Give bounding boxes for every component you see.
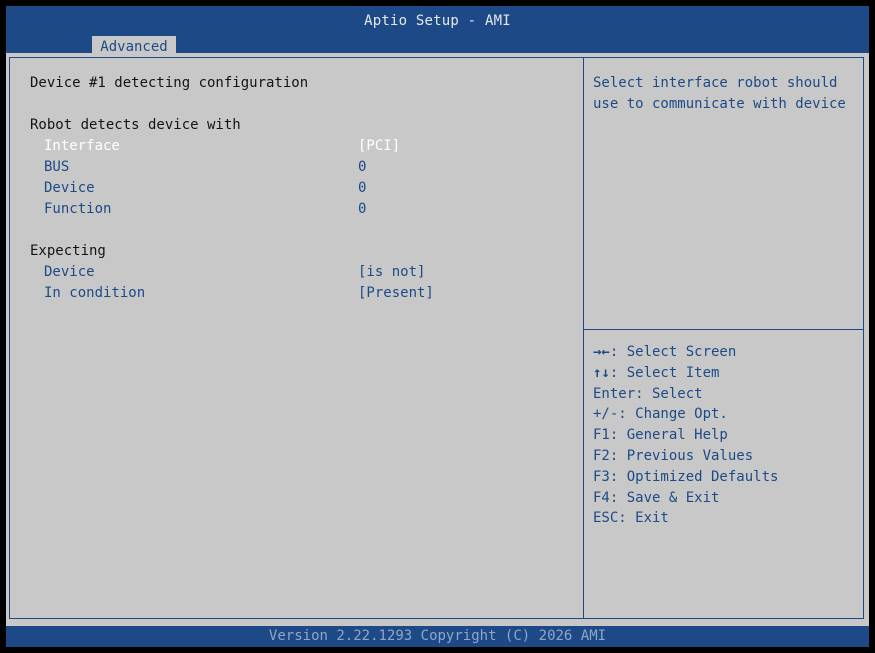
setting-label-expect-device: Device [44, 264, 95, 280]
key-legend-select-screen: →←: Select Screen [593, 344, 737, 360]
key-legend-change-opt: +/-: Change Opt. [593, 406, 728, 423]
setting-label-device: Device [44, 180, 95, 196]
setting-row-device[interactable]: Device 0 [44, 179, 544, 197]
section-title: Device #1 detecting configuration [30, 75, 309, 91]
key-legend-f4: F4: Save & Exit [593, 489, 720, 506]
setting-value-interface[interactable]: [PCI] [358, 137, 400, 155]
key-legend-enter: Enter: Select [593, 385, 703, 402]
key-legend-select-item: ↑↓: Select Item [593, 364, 720, 381]
setting-row-in-condition[interactable]: In condition [Present] [44, 284, 544, 302]
setting-value-in-condition[interactable]: [Present] [358, 284, 434, 302]
app-title: Aptio Setup - AMI [364, 13, 511, 29]
key-legend-f2: F2: Previous Values [593, 447, 754, 464]
footer-version: Version 2.22.1293 Copyright (C) 2026 AMI [6, 626, 869, 647]
setting-value-function[interactable]: 0 [358, 200, 366, 218]
setting-label-function: Function [44, 201, 112, 217]
setting-row-expect-device[interactable]: Device [is not] [44, 263, 544, 281]
header-bar: Aptio Setup - AMI Advanced [6, 6, 869, 58]
key-legend: →←: Select Screen ↑↓: Select Item Enter:… [593, 342, 863, 529]
key-legend-esc: ESC: Exit [593, 510, 669, 527]
setting-value-expect-device[interactable]: [is not] [358, 263, 425, 281]
group-heading-expecting: Expecting [30, 243, 106, 259]
key-legend-f1: F1: General Help [593, 427, 728, 444]
bios-setup-screen: Aptio Setup - AMI Advanced Device #1 det… [0, 0, 875, 653]
setting-row-bus[interactable]: BUS 0 [44, 158, 544, 176]
setting-label-in-condition: In condition [44, 285, 146, 301]
setting-value-device[interactable]: 0 [358, 179, 366, 197]
setting-value-bus[interactable]: 0 [358, 158, 366, 176]
group-heading-detects: Robot detects device with [30, 117, 241, 133]
main-panel: Device #1 detecting configuration Robot … [6, 53, 869, 626]
setting-row-interface[interactable]: Interface [PCI] [44, 137, 544, 155]
setting-label-bus: BUS [44, 159, 70, 175]
setting-label-interface: Interface [44, 138, 120, 154]
help-description: Select interface robot should use to com… [593, 75, 846, 112]
vertical-divider [583, 57, 584, 619]
setting-row-function[interactable]: Function 0 [44, 200, 544, 218]
help-divider [584, 329, 864, 330]
key-legend-f3: F3: Optimized Defaults [593, 468, 779, 485]
